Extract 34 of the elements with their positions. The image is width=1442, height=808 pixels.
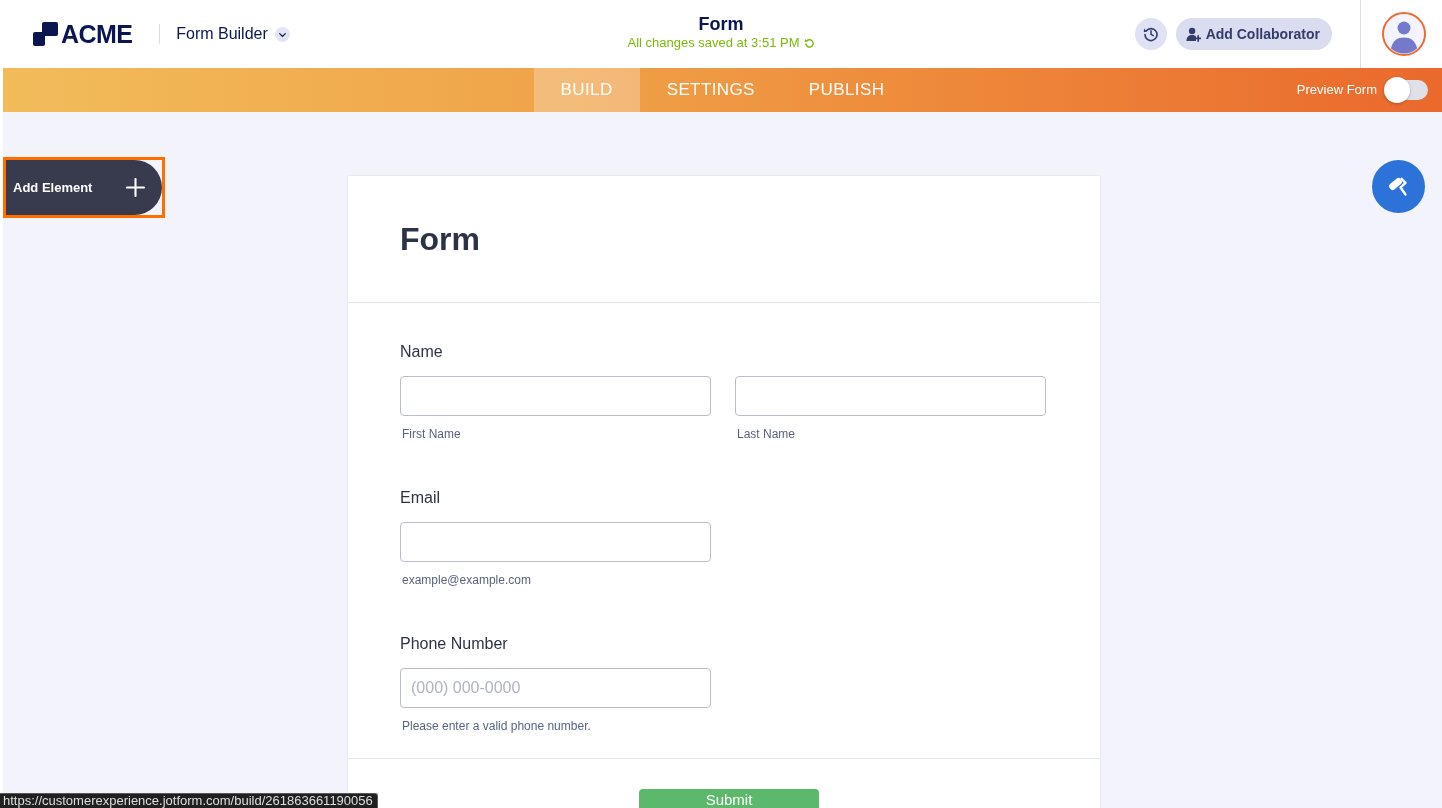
history-icon bbox=[1142, 26, 1159, 42]
status-url: https://customerexperience.jotform.com/build/261863661190056 bbox=[0, 793, 378, 808]
form-title: Form bbox=[400, 220, 480, 258]
nav-tab[interactable]: SETTINGS bbox=[639, 68, 782, 112]
logo-text: ACME bbox=[61, 20, 133, 48]
field-sublabel: Please enter a valid phone number. bbox=[402, 718, 591, 734]
nav-tab[interactable]: BUILD bbox=[533, 68, 640, 112]
input-field[interactable]: (000) 000-0000 bbox=[400, 668, 711, 708]
input-field[interactable] bbox=[735, 376, 1046, 416]
designer-button[interactable] bbox=[1372, 160, 1425, 213]
add-collaborator-button[interactable]: Add Collaborator bbox=[1175, 18, 1332, 50]
plus-icon bbox=[126, 178, 145, 197]
preview-toggle[interactable] bbox=[1384, 77, 1428, 103]
preview-label: Preview Form bbox=[1296, 82, 1377, 98]
field-sublabel: Last Name bbox=[737, 426, 796, 442]
nav-tab[interactable]: PUBLISH bbox=[781, 68, 912, 112]
field-label: Email bbox=[400, 488, 440, 508]
form-name: Form bbox=[698, 13, 744, 35]
chevron-down-icon bbox=[274, 26, 290, 42]
app-switcher[interactable]: Form Builder bbox=[176, 23, 290, 45]
avatar-icon[interactable] bbox=[1382, 12, 1426, 56]
logo-icon bbox=[33, 22, 58, 46]
input-field[interactable] bbox=[400, 522, 711, 562]
add-person-icon bbox=[1185, 26, 1201, 42]
refresh-icon[interactable] bbox=[803, 37, 815, 49]
field-label: Phone Number bbox=[400, 634, 508, 654]
history-button[interactable] bbox=[1134, 18, 1167, 50]
save-status: All changes saved at 3:51 PM bbox=[627, 35, 800, 51]
field-sublabel: example@example.com bbox=[402, 572, 531, 588]
submit-button[interactable]: Submit bbox=[639, 789, 819, 808]
field-label: Name bbox=[400, 342, 443, 362]
input-field[interactable] bbox=[400, 376, 711, 416]
field-sublabel: First Name bbox=[402, 426, 461, 442]
add-element-button[interactable]: Add Element bbox=[6, 160, 162, 215]
